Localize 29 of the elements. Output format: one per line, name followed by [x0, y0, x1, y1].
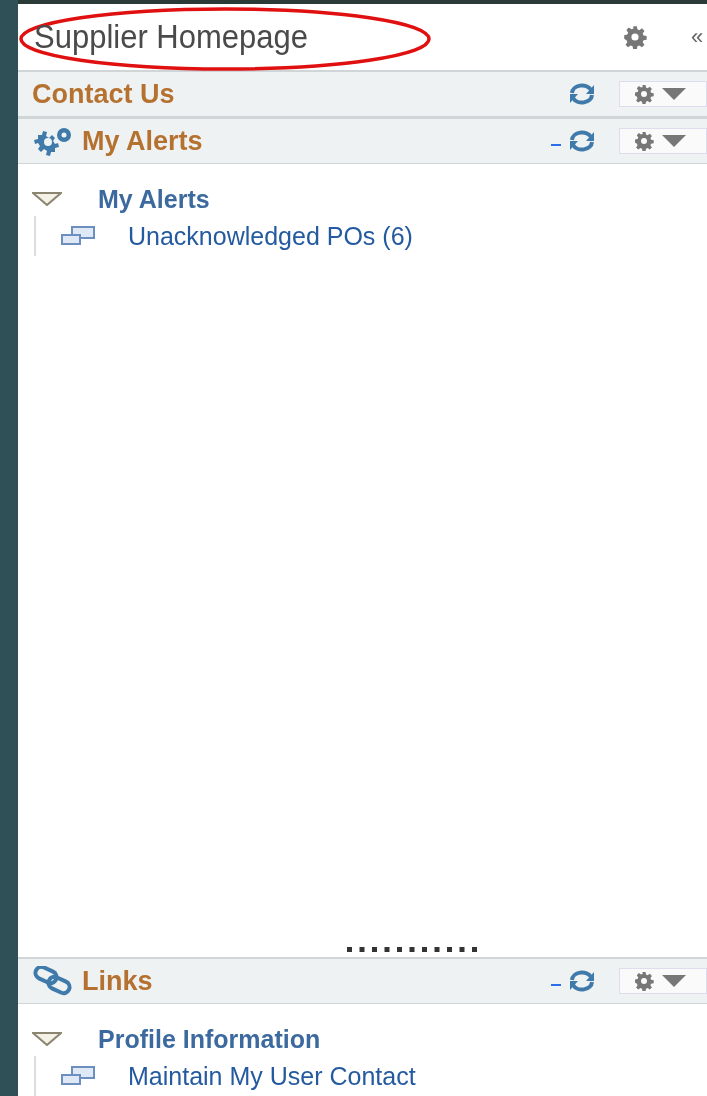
page-title: Supplier Homepage: [34, 17, 308, 57]
gear-icon: [634, 131, 654, 151]
windows-icon: [60, 1066, 96, 1086]
gear-icon: [634, 84, 654, 104]
refresh-icon[interactable]: [567, 969, 597, 993]
collapse-icon[interactable]: «: [691, 24, 707, 50]
gear-icon: [634, 971, 654, 991]
caret-icon: [662, 135, 686, 147]
caret-icon: [662, 88, 686, 100]
panel-options-button[interactable]: [619, 968, 707, 994]
alert-link[interactable]: Unacknowledged POs (6): [128, 221, 413, 251]
caret-icon: [662, 975, 686, 987]
refresh-icon[interactable]: [567, 82, 597, 106]
chain-link-icon: [32, 966, 74, 996]
panel-title[interactable]: Contact Us: [32, 78, 175, 110]
folder-label[interactable]: Profile Information: [98, 1024, 321, 1054]
panel-options-button[interactable]: [619, 81, 707, 107]
panel-title[interactable]: My Alerts: [82, 125, 203, 157]
folder-label[interactable]: My Alerts: [98, 184, 210, 214]
refresh-icon[interactable]: [567, 129, 597, 153]
windows-icon: [60, 226, 96, 246]
panel-options-button[interactable]: [619, 128, 707, 154]
resize-handle-icon[interactable]: [346, 947, 479, 953]
settings-icon: [623, 25, 647, 49]
panel-title[interactable]: Links: [82, 965, 153, 997]
expand-triangle-icon[interactable]: [32, 192, 62, 206]
expand-triangle-icon[interactable]: [32, 1032, 62, 1046]
gears-icon: [32, 125, 74, 157]
alert-link[interactable]: Maintain My User Contact: [128, 1061, 416, 1091]
